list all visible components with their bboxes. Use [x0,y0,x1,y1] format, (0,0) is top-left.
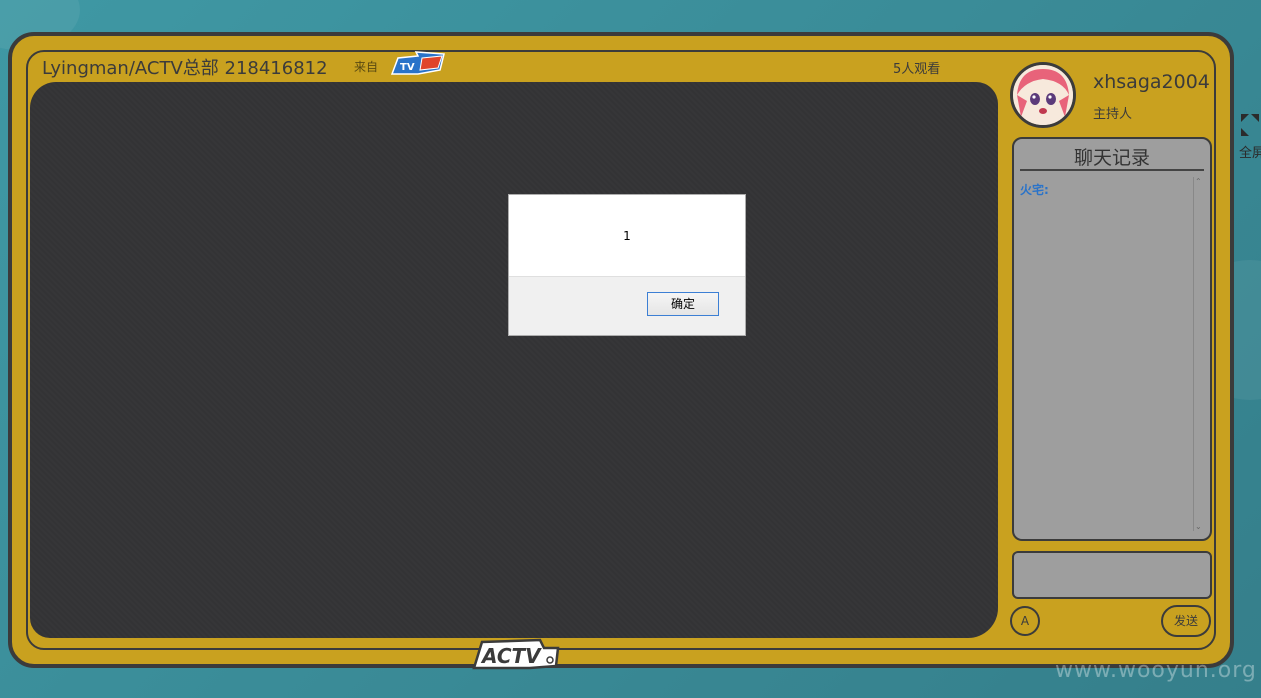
scroll-down-icon[interactable]: ⌄ [1195,522,1202,531]
chat-scrollbar[interactable]: ⌃ ⌄ [1193,177,1204,531]
ok-button[interactable]: 确定 [647,292,719,316]
send-button[interactable]: 发送 [1161,605,1211,637]
svg-text:ACTV: ACTV [480,644,542,668]
svg-text:TV: TV [400,62,415,73]
chat-history-panel: 聊天记录 火宅: ⌃ ⌄ [1012,137,1212,541]
fullscreen-label: 全屏 [1239,146,1261,161]
fullscreen-icon [1241,114,1259,136]
alert-message: 1 [623,229,631,243]
host-avatar[interactable] [1010,62,1076,128]
video-player[interactable] [30,82,998,638]
host-name[interactable]: xhsaga2004 [1093,71,1210,93]
actv-logo-icon: ACTV [472,638,560,670]
chat-title-divider [1020,169,1204,171]
anime-girl-avatar-icon [1013,65,1073,125]
room-title: Lyingman/ACTV总部 218416812 [42,58,328,79]
scroll-up-icon[interactable]: ⌃ [1195,177,1202,186]
alert-footer: 确定 [509,276,745,335]
alert-dialog: 1 确定 [508,194,746,336]
zhanqi-tv-logo-icon[interactable]: TV [388,50,448,78]
from-label: 来自 [354,60,379,74]
host-role: 主持人 [1093,107,1133,122]
font-style-button[interactable]: A [1010,606,1040,636]
chat-message-user[interactable]: 火宅: [1020,181,1049,198]
watermark: www.wooyun.org [1055,658,1257,683]
chat-input[interactable] [1012,551,1212,599]
viewer-count: 5人观看 [893,62,941,77]
chat-title: 聊天记录 [1073,147,1150,169]
